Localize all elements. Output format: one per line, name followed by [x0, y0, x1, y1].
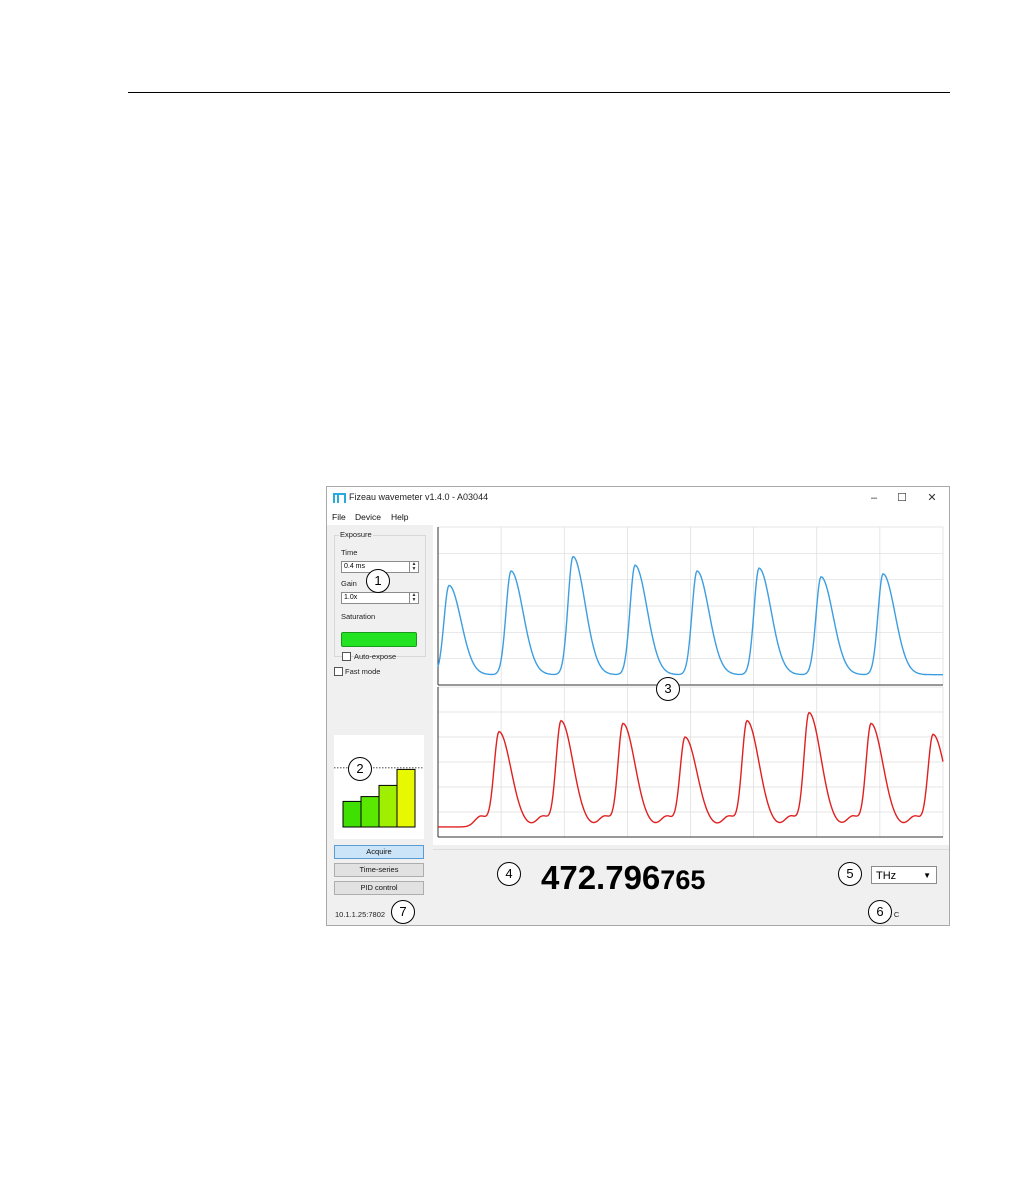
- gain-spinbox[interactable]: 1.0x ▲ ▼: [341, 592, 419, 604]
- interferogram-plots: [433, 525, 949, 845]
- time-series-button[interactable]: Time-series: [334, 863, 424, 877]
- acquire-button[interactable]: Acquire: [334, 845, 424, 859]
- page-header-rule: [128, 92, 950, 93]
- menu-file[interactable]: File: [332, 512, 346, 522]
- wavemeter-window: Fizeau wavemeter v1.4.0 - A03044 – ☐ ✕ F…: [326, 486, 950, 926]
- unit-select[interactable]: THz ▼: [871, 866, 937, 884]
- menu-help[interactable]: Help: [391, 512, 408, 522]
- histogram-bar: [342, 800, 362, 828]
- gain-label: Gain: [341, 579, 357, 588]
- intensity-histogram: [334, 735, 424, 839]
- minimize-button[interactable]: –: [861, 490, 887, 506]
- callout-6: 6: [868, 900, 892, 924]
- maximize-button[interactable]: ☐: [889, 490, 915, 506]
- saturation-indicator: [341, 632, 417, 647]
- histogram-bar: [378, 784, 398, 828]
- window-title: Fizeau wavemeter v1.4.0 - A03044: [349, 492, 489, 502]
- plot-area-svg: [437, 526, 944, 838]
- callout-3: 3: [656, 677, 680, 701]
- callout-1: 1: [366, 569, 390, 593]
- callout-7: 7: [391, 900, 415, 924]
- saturation-label: Saturation: [341, 612, 376, 621]
- histogram-bar: [396, 768, 416, 828]
- unit-value: THz: [876, 870, 897, 882]
- auto-expose-checkbox[interactable]: [342, 652, 351, 661]
- spin-arrows-icon[interactable]: ▲ ▼: [409, 562, 418, 572]
- frequency-display: 472.796765: [541, 859, 705, 897]
- frequency-main-digits: 472.796: [541, 859, 661, 896]
- auto-expose-label: Auto-expose: [354, 652, 397, 661]
- close-button[interactable]: ✕: [919, 490, 945, 506]
- chevron-down-icon: ▼: [923, 871, 931, 880]
- exposure-group: Exposure Time 0.4 ms ▲ ▼ Gain 1.0x ▲ ▼ Sat…: [334, 530, 426, 661]
- menu-device[interactable]: Device: [355, 512, 381, 522]
- time-value: 0.4 ms: [344, 563, 366, 570]
- time-label: Time: [341, 548, 358, 557]
- app-logo-icon: [333, 493, 346, 503]
- title-bar: Fizeau wavemeter v1.4.0 - A03044 – ☐ ✕: [327, 487, 949, 509]
- callout-4: 4: [497, 862, 521, 886]
- callout-5: 5: [838, 862, 862, 886]
- fast-mode-label: Fast mode: [345, 667, 381, 676]
- spin-arrows-icon[interactable]: ▲ ▼: [409, 593, 418, 603]
- menu-bar: File Device Help: [327, 509, 949, 525]
- gain-value: 1.0x: [344, 594, 358, 601]
- fast-mode-checkbox[interactable]: [334, 667, 343, 676]
- pid-control-button[interactable]: PID control: [334, 881, 424, 895]
- callout-2: 2: [348, 757, 372, 781]
- device-address: 10.1.1.25:7802: [335, 910, 386, 919]
- histogram-svg: [334, 767, 424, 828]
- histogram-bar: [360, 796, 380, 828]
- status-bar: 10.1.1.25:7802 25.32 C: [327, 905, 949, 925]
- exposure-group-label: Exposure: [339, 530, 373, 539]
- frequency-fine-digits: 765: [660, 865, 706, 895]
